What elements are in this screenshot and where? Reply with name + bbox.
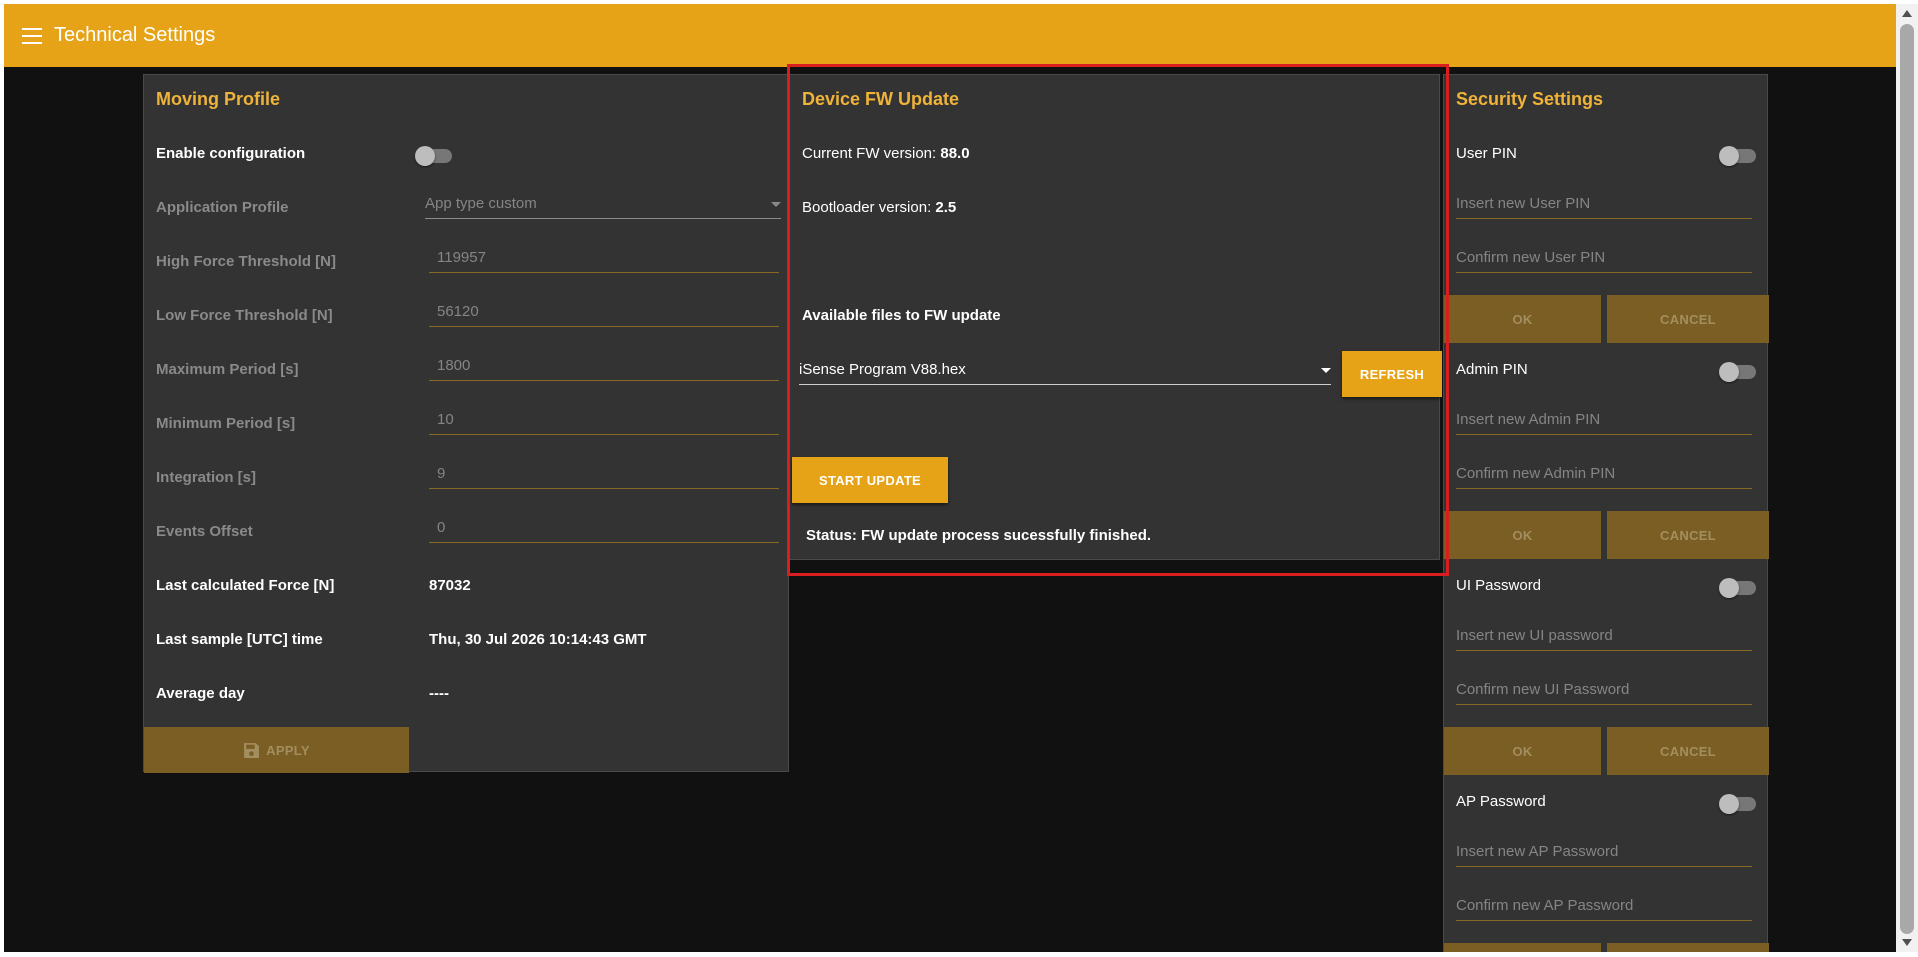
admin-pin-new-input[interactable]: Insert new Admin PIN <box>1456 407 1752 435</box>
last-sample-time-value: Thu, 30 Jul 2026 10:14:43 GMT <box>429 631 647 648</box>
scrollbar-thumb[interactable] <box>1900 24 1914 934</box>
ui-password-toggle[interactable] <box>1719 578 1756 598</box>
chevron-down-icon <box>771 202 781 207</box>
ui-password-label: UI Password <box>1456 577 1542 594</box>
admin-pin-ok-button[interactable]: OK <box>1444 511 1601 559</box>
fw-update-title: Device FW Update <box>802 89 960 109</box>
minimum-period-input[interactable]: 10 <box>429 407 779 435</box>
ui-password-confirm-input[interactable]: Confirm new UI Password <box>1456 677 1752 705</box>
average-day-value: ---- <box>429 685 449 702</box>
user-pin-toggle[interactable] <box>1719 146 1756 166</box>
ap-password-ok-button[interactable] <box>1444 943 1601 952</box>
user-pin-new-input[interactable]: Insert new User PIN <box>1456 191 1752 219</box>
start-update-button[interactable]: START UPDATE <box>792 457 948 503</box>
refresh-button[interactable]: REFRESH <box>1342 351 1442 397</box>
high-force-threshold-input[interactable]: 119957 <box>429 245 779 273</box>
application-profile-label: Application Profile <box>156 199 289 216</box>
moving-profile-title: Moving Profile <box>156 89 281 109</box>
ap-password-toggle[interactable] <box>1719 794 1756 814</box>
admin-pin-cancel-button[interactable]: CANCEL <box>1607 511 1769 559</box>
security-settings-title: Security Settings <box>1456 89 1604 109</box>
application-profile-select[interactable]: App type custom <box>425 191 781 219</box>
fw-update-status: Status: FW update process sucessfully fi… <box>806 527 1152 544</box>
ui-password-cancel-button[interactable]: CANCEL <box>1607 727 1769 775</box>
application-profile-value: App type custom <box>425 195 537 212</box>
low-force-threshold-input[interactable]: 56120 <box>429 299 779 327</box>
ap-password-confirm-input[interactable]: Confirm new AP Password <box>1456 893 1752 921</box>
user-pin-confirm-input[interactable]: Confirm new User PIN <box>1456 245 1752 273</box>
high-force-threshold-label: High Force Threshold [N] <box>156 253 336 270</box>
enable-configuration-label: Enable configuration <box>156 145 306 162</box>
last-force-label: Last calculated Force [N] <box>156 577 335 594</box>
enable-configuration-toggle[interactable] <box>415 146 452 166</box>
user-pin-label: User PIN <box>1456 145 1517 162</box>
last-sample-time-label: Last sample [UTC] time <box>156 631 323 648</box>
app-bar: Technical Settings <box>4 4 1900 67</box>
fw-file-select[interactable]: iSense Program V88.hex <box>799 357 1331 385</box>
fw-update-panel: Device FW Update Current FW version: 88.… <box>789 74 1442 560</box>
events-offset-label: Events Offset <box>156 523 253 540</box>
current-fw-version-label: Current FW version: <box>802 145 941 162</box>
app-title: Technical Settings <box>54 24 216 46</box>
scroll-down-icon[interactable] <box>1902 939 1912 946</box>
apply-button-label: APPLY <box>266 742 310 758</box>
security-settings-panel: Security Settings User PIN Insert new Us… <box>1443 74 1769 952</box>
moving-profile-panel: Moving Profile Enable configuration Appl… <box>143 74 789 773</box>
ui-password-new-input[interactable]: Insert new UI password <box>1456 623 1752 651</box>
maximum-period-input[interactable]: 1800 <box>429 353 779 381</box>
user-pin-cancel-button[interactable]: CANCEL <box>1607 295 1769 343</box>
maximum-period-label: Maximum Period [s] <box>156 361 299 378</box>
app-frame: Technical Settings Moving Profile Enable… <box>4 4 1900 952</box>
refresh-button-label: REFRESH <box>1359 366 1425 382</box>
bootloader-version-value: 2.5 <box>935 199 957 216</box>
ap-password-new-input[interactable]: Insert new AP Password <box>1456 839 1752 867</box>
save-icon <box>244 742 260 758</box>
admin-pin-confirm-input[interactable]: Confirm new Admin PIN <box>1456 461 1752 489</box>
minimum-period-label: Minimum Period [s] <box>156 415 296 432</box>
vertical-scrollbar[interactable] <box>1896 4 1918 952</box>
start-update-button-label: START UPDATE <box>818 472 922 488</box>
current-fw-version-value: 88.0 <box>940 145 970 162</box>
fw-file-value: iSense Program V88.hex <box>799 361 966 378</box>
apply-button[interactable]: APPLY <box>144 727 409 773</box>
ap-password-label: AP Password <box>1456 793 1546 810</box>
ap-password-cancel-button[interactable] <box>1607 943 1769 952</box>
menu-icon[interactable] <box>22 27 42 44</box>
bootloader-version: Bootloader version: 2.5 <box>802 199 956 216</box>
ui-password-ok-button[interactable]: OK <box>1444 727 1601 775</box>
average-day-label: Average day <box>156 685 245 702</box>
admin-pin-toggle[interactable] <box>1719 362 1756 382</box>
last-force-value: 87032 <box>429 577 471 594</box>
available-files-label: Available files to FW update <box>802 307 1001 324</box>
events-offset-input[interactable]: 0 <box>429 515 779 543</box>
current-fw-version: Current FW version: 88.0 <box>802 145 970 162</box>
chevron-down-icon <box>1321 368 1331 373</box>
integration-input[interactable]: 9 <box>429 461 779 489</box>
scroll-up-icon[interactable] <box>1902 10 1912 17</box>
admin-pin-label: Admin PIN <box>1456 361 1528 378</box>
bootloader-version-label: Bootloader version: <box>802 199 936 216</box>
user-pin-ok-button[interactable]: OK <box>1444 295 1601 343</box>
integration-label: Integration [s] <box>156 469 256 486</box>
low-force-threshold-label: Low Force Threshold [N] <box>156 307 333 324</box>
